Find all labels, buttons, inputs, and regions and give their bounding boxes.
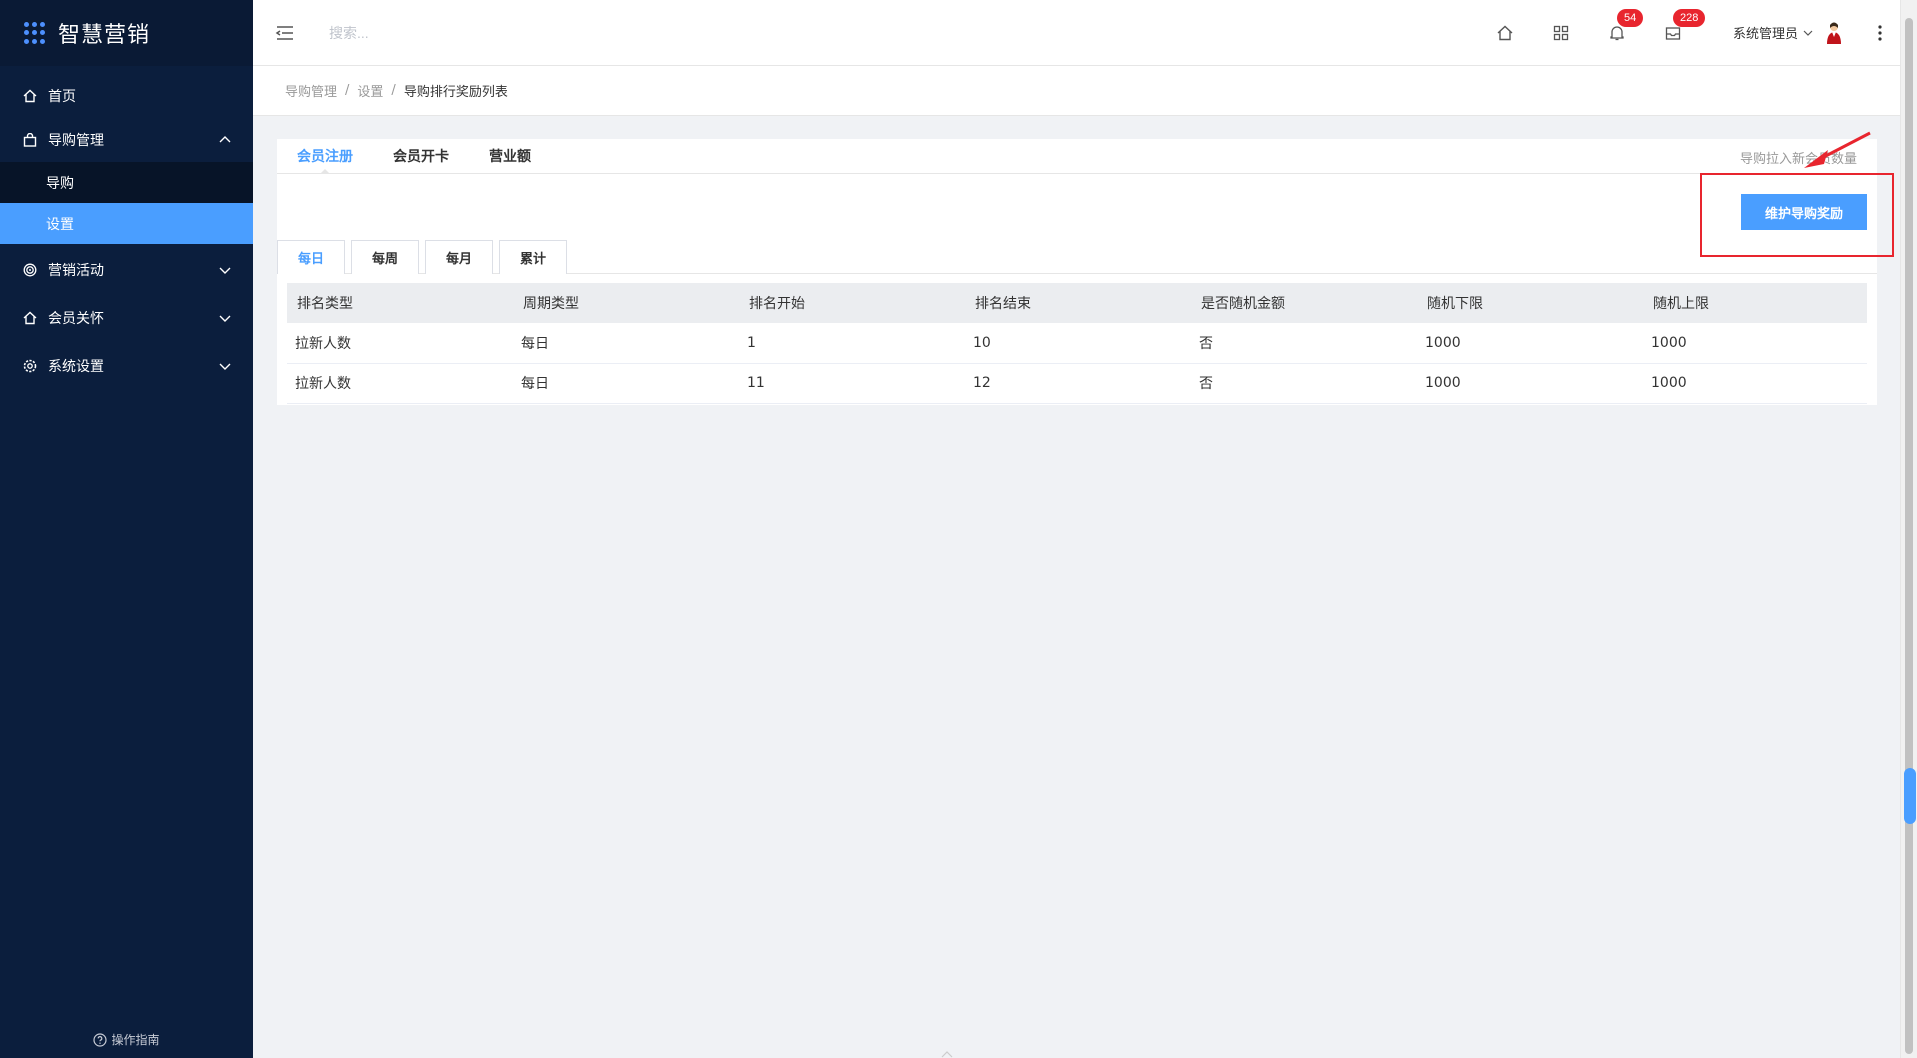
scrollbar-track [1905,18,1913,1054]
chevron-down-icon [219,267,231,274]
scrollbar-thumb[interactable] [1904,768,1916,824]
tab-member-register[interactable]: 会员注册 [297,138,353,174]
main-tabs: 会员注册 会员开卡 营业额 导购拉入新会员数量 [277,139,1877,174]
table-header-row: 排名类型 周期类型 排名开始 排名结束 是否随机金额 随机下限 随机上限 [287,283,1867,323]
table-cell: 1 [739,323,965,364]
guide-link[interactable]: 操作指南 [0,1031,253,1048]
column-header: 随机下限 [1417,283,1643,323]
column-header: 周期类型 [513,283,739,323]
column-header: 排名类型 [287,283,513,323]
sidebar-item-member-care[interactable]: 会员关怀 [0,296,253,340]
logo: 智慧营销 [0,0,253,66]
table-cell: 每日 [513,363,739,404]
tab-monthly[interactable]: 每月 [425,240,493,274]
tab-cumulative[interactable]: 累计 [499,240,567,274]
sidebar-item-system-settings[interactable]: 系统设置 [0,344,253,388]
sidebar-subitem-guide[interactable]: 导购 [0,162,253,203]
app-title: 智慧营销 [58,23,151,48]
breadcrumb-current: 导购排行奖励列表 [403,85,508,100]
sidebar-item-marketing[interactable]: 营销活动 [0,248,253,292]
breadcrumb-separator: / [391,83,396,98]
chevron-up-icon[interactable] [940,1050,954,1058]
home-icon[interactable] [1495,23,1515,43]
table-cell: 1000 [1417,323,1643,364]
table-cell: 否 [1191,323,1417,364]
reward-table: 排名类型 周期类型 排名开始 排名结束 是否随机金额 随机下限 随机上限 拉新人… [287,283,1867,404]
messages-button[interactable]: 228 [1663,8,1706,43]
annotation-highlight-box [1700,173,1894,257]
help-circle-icon [93,1032,108,1047]
sidebar-item-label: 导购管理 [48,133,104,149]
sidebar-item-label: 首页 [48,89,76,105]
target-icon [22,262,38,278]
column-header: 排名开始 [739,283,965,323]
column-header: 是否随机金额 [1191,283,1417,323]
table-cell: 拉新人数 [287,363,513,404]
home-icon [22,88,38,104]
user-name: 系统管理员 [1732,27,1798,42]
content-card: 会员注册 会员开卡 营业额 导购拉入新会员数量 维护导购奖励 每日 每周 每月 … [277,139,1877,405]
gear-icon [22,358,38,374]
table-cell: 1000 [1643,363,1867,404]
avatar [1827,22,1841,44]
user-menu[interactable]: 系统管理员 [1733,21,1844,45]
sidebar: 智慧营销 首页 导购管理 导购 设置 营销活动 会员关怀 系统设置 操作指南 [0,0,253,1058]
chevron-down-icon [1803,30,1813,36]
table-cell: 每日 [513,323,739,364]
period-tabs: 每日 每周 每月 累计 [277,240,1877,274]
sidebar-item-label: 系统设置 [48,359,104,375]
submenu-guide-management: 导购 设置 [0,162,253,244]
top-header: 54 228 系统管理员 [253,0,1900,66]
tab-weekly[interactable]: 每周 [351,240,419,274]
notifications-button[interactable]: 54 [1607,8,1644,43]
sidebar-menu: 首页 导购管理 导购 设置 营销活动 会员关怀 系统设置 [0,74,253,388]
tab-description: 导购拉入新会员数量 [1739,152,1857,167]
tab-revenue[interactable]: 营业额 [489,138,531,173]
apps-grid-icon [24,22,46,44]
sidebar-item-label: 会员关怀 [48,311,104,327]
breadcrumb-item[interactable]: 设置 [357,81,383,100]
chevron-down-icon [219,363,231,370]
breadcrumb: 导购管理 / 设置 / 导购排行奖励列表 [253,66,1900,116]
table-cell: 否 [1191,363,1417,404]
table-row: 拉新人数 每日 11 12 否 1000 1000 [287,363,1867,404]
grid-icon[interactable] [1551,23,1571,43]
chevron-up-icon [219,136,231,143]
home-icon [22,310,38,326]
more-vertical-icon[interactable] [1870,23,1890,43]
tab-member-card[interactable]: 会员开卡 [393,138,449,173]
bag-icon [22,132,38,148]
menu-collapse-icon[interactable] [273,21,297,45]
search-input[interactable] [329,24,629,41]
column-header: 排名结束 [965,283,1191,323]
column-header: 随机上限 [1643,283,1867,323]
table-cell: 11 [739,363,965,404]
chevron-down-icon [219,315,231,322]
notifications-badge: 54 [1616,8,1644,27]
sidebar-item-label: 营销活动 [48,263,104,279]
header-actions: 54 228 系统管理员 [1477,0,1900,66]
page-scrollbar[interactable] [1900,0,1917,1058]
sidebar-item-guide-management[interactable]: 导购管理 [0,118,253,162]
guide-label: 操作指南 [111,1033,160,1047]
table-cell: 10 [965,323,1191,364]
breadcrumb-item[interactable]: 导购管理 [285,81,337,100]
table-cell: 12 [965,363,1191,404]
table-cell: 1000 [1643,323,1867,364]
table-row: 拉新人数 每日 1 10 否 1000 1000 [287,323,1867,364]
sidebar-subitem-settings[interactable]: 设置 [0,203,253,244]
table-cell: 拉新人数 [287,323,513,364]
sidebar-item-home[interactable]: 首页 [0,74,253,118]
table-cell: 1000 [1417,363,1643,404]
tab-daily[interactable]: 每日 [277,240,345,274]
messages-badge: 228 [1672,8,1706,27]
breadcrumb-separator: / [345,83,350,98]
